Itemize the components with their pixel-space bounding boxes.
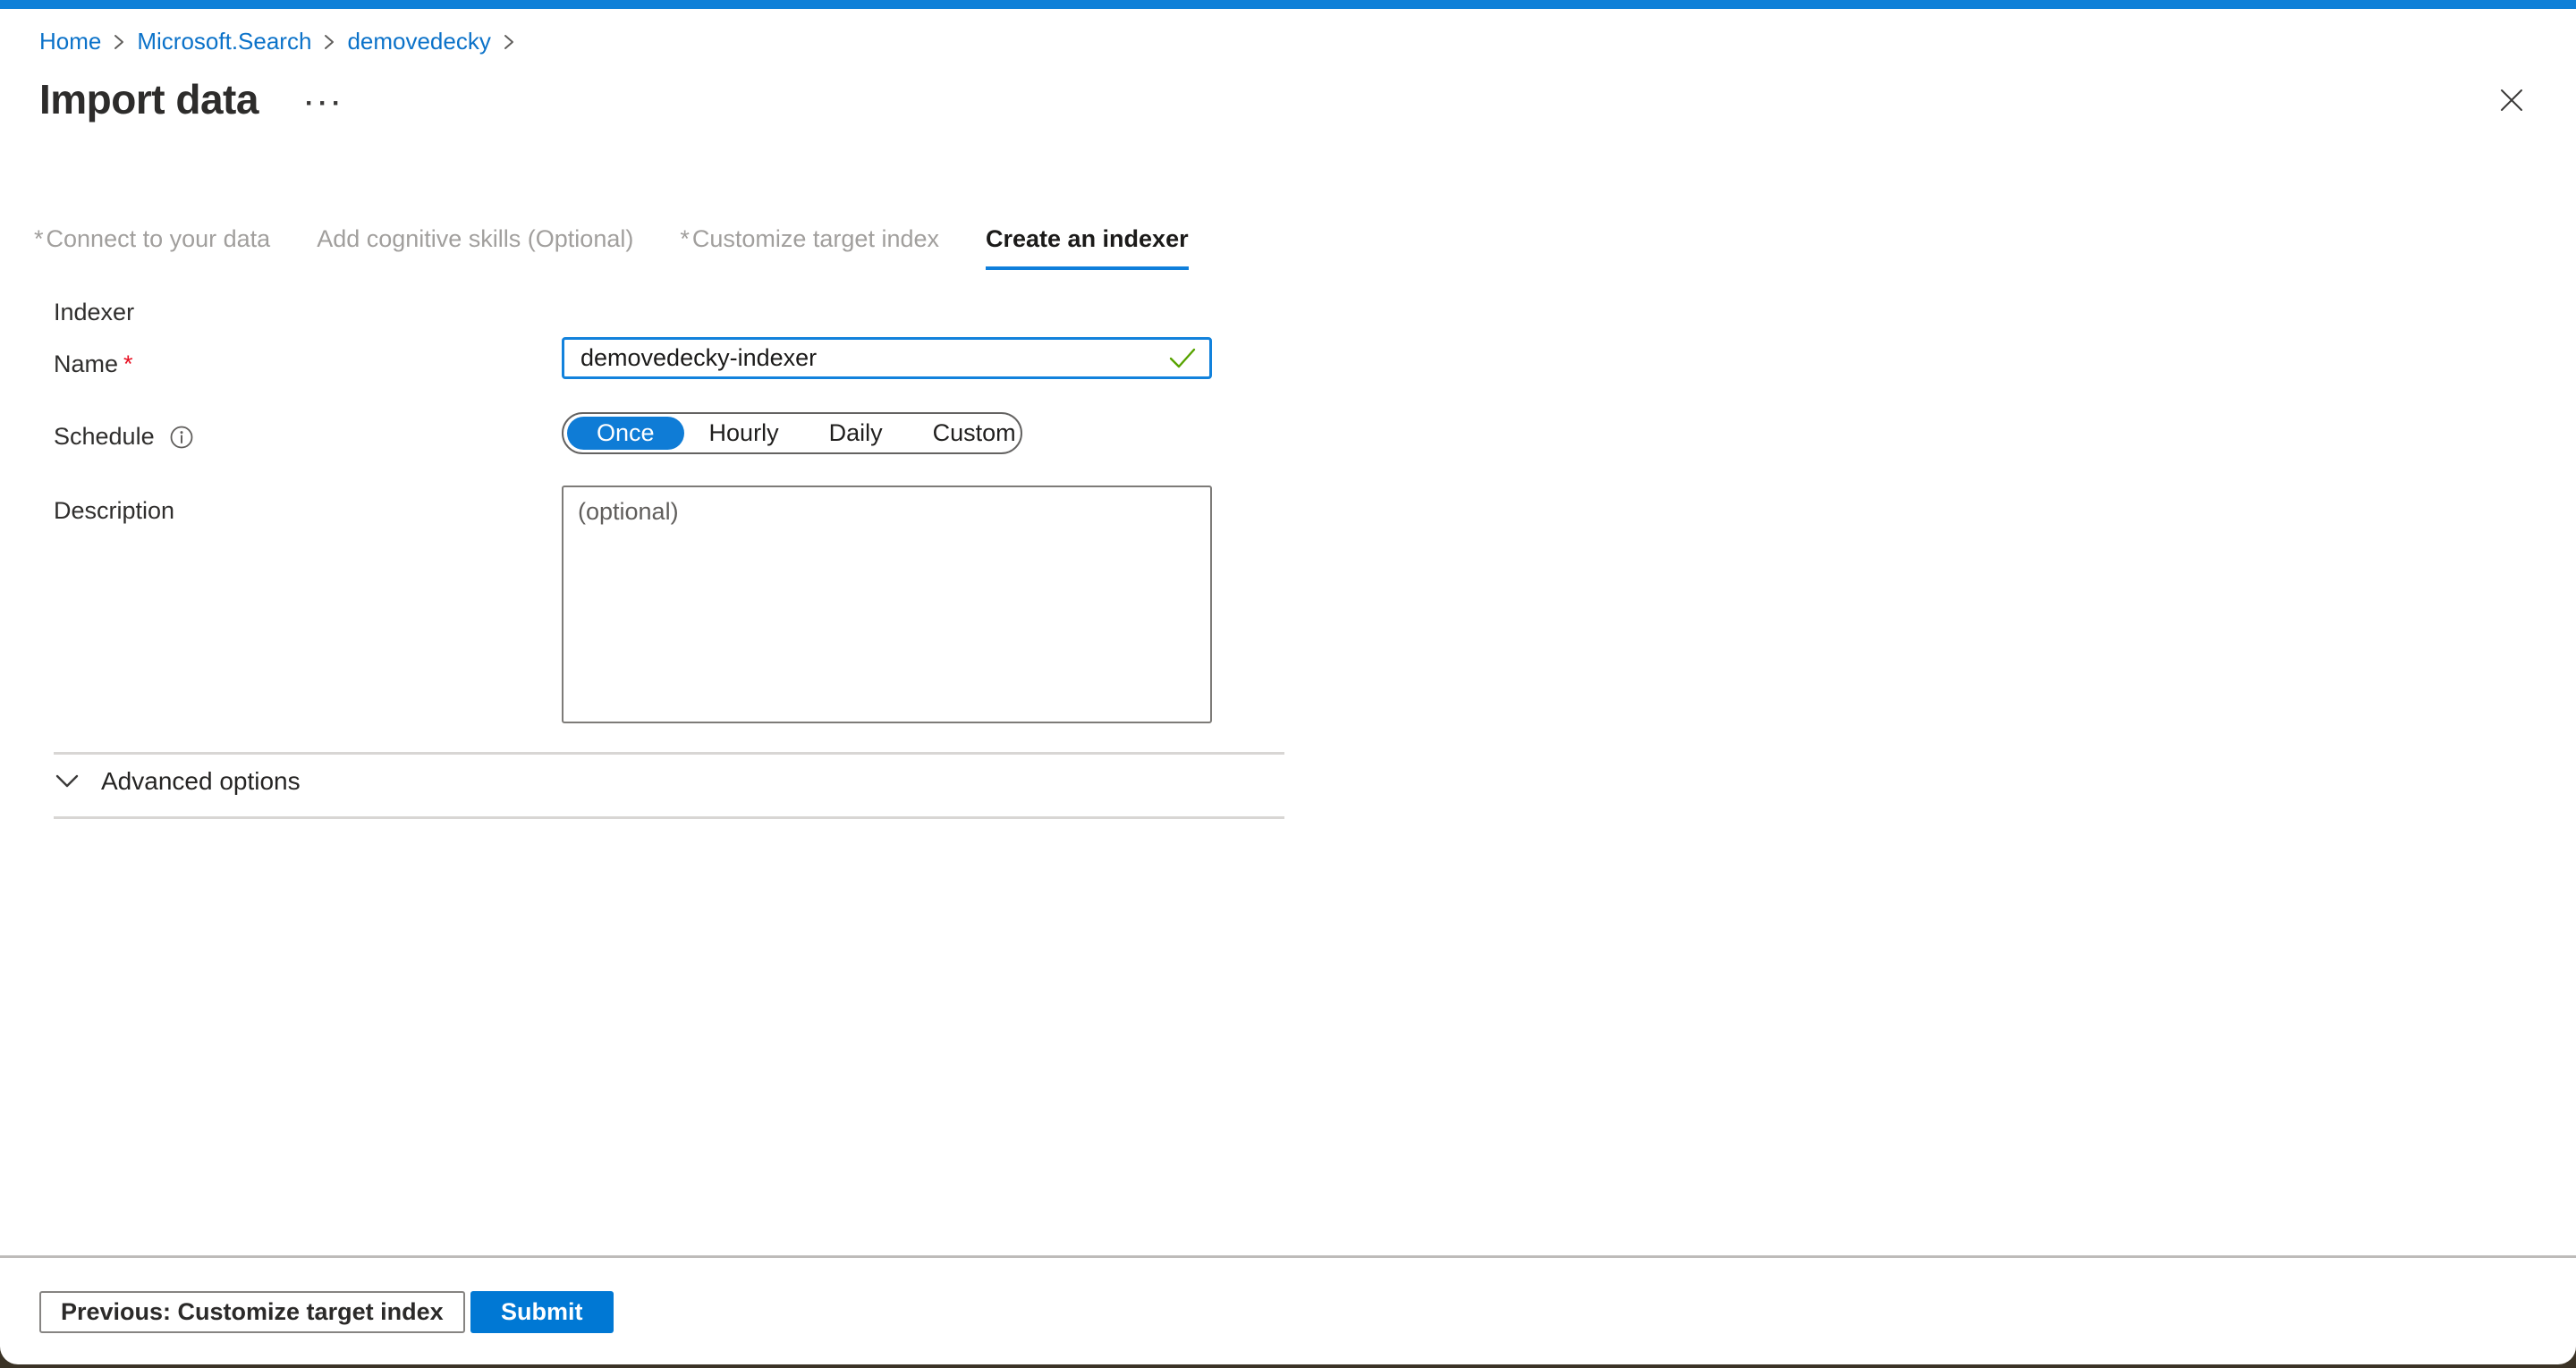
close-button[interactable] — [2494, 82, 2529, 118]
valid-check-icon — [1167, 347, 1198, 375]
chevron-right-icon — [113, 31, 125, 53]
advanced-options-toggle[interactable]: Advanced options — [55, 767, 301, 796]
tab-label: Create an indexer — [986, 225, 1189, 252]
page-title: Import data — [39, 75, 258, 123]
chevron-down-icon — [55, 774, 79, 789]
schedule-option-custom[interactable]: Custom — [908, 419, 1041, 447]
required-marker: * — [123, 350, 133, 377]
breadcrumb-home[interactable]: Home — [39, 28, 101, 55]
name-label-text: Name — [54, 350, 118, 377]
tab-add-cognitive-skills[interactable]: Add cognitive skills (Optional) — [317, 225, 633, 270]
divider — [54, 752, 1284, 755]
tab-label: Customize target index — [692, 225, 939, 252]
chevron-right-icon — [323, 31, 335, 53]
close-icon — [2499, 88, 2524, 113]
indexer-section-label: Indexer — [54, 299, 134, 326]
portal-top-accent-bar — [0, 0, 2576, 9]
name-field-label: Name* — [54, 350, 133, 378]
required-marker: * — [680, 225, 690, 252]
tab-customize-target-index[interactable]: *Customize target index — [680, 225, 939, 270]
required-marker: * — [34, 225, 44, 252]
tab-label: Add cognitive skills (Optional) — [317, 225, 633, 252]
schedule-label-text: Schedule — [54, 423, 155, 451]
tab-label: Connect to your data — [47, 225, 271, 252]
tab-create-an-indexer[interactable]: Create an indexer — [986, 225, 1189, 270]
footer-divider — [0, 1255, 2576, 1258]
breadcrumb-microsoft-search[interactable]: Microsoft.Search — [137, 28, 311, 55]
schedule-toggle-group: Once Hourly Daily Custom — [562, 412, 1022, 454]
description-textarea[interactable] — [562, 486, 1212, 723]
breadcrumb-demovedecky[interactable]: demovedecky — [347, 28, 490, 55]
name-field-wrap — [562, 337, 1212, 379]
wizard-tabs: *Connect to your data Add cognitive skil… — [34, 225, 1189, 270]
chevron-right-icon — [503, 31, 515, 53]
page-header: Import data ··· — [39, 75, 345, 123]
import-data-panel: Home Microsoft.Search demovedecky Import… — [0, 0, 2576, 1364]
info-icon[interactable] — [169, 425, 194, 450]
submit-button[interactable]: Submit — [470, 1291, 614, 1333]
schedule-option-hourly[interactable]: Hourly — [684, 419, 804, 447]
schedule-option-once[interactable]: Once — [567, 417, 684, 450]
more-options-button[interactable]: ··· — [305, 90, 345, 117]
breadcrumb: Home Microsoft.Search demovedecky — [39, 28, 515, 55]
tab-connect-to-your-data[interactable]: *Connect to your data — [34, 225, 270, 270]
schedule-option-daily[interactable]: Daily — [804, 419, 908, 447]
indexer-name-input[interactable] — [562, 337, 1212, 379]
previous-step-button[interactable]: Previous: Customize target index — [39, 1291, 465, 1333]
description-field-label: Description — [54, 497, 174, 525]
advanced-options-label: Advanced options — [101, 767, 301, 796]
schedule-field-label: Schedule — [54, 423, 194, 451]
divider — [54, 816, 1284, 819]
